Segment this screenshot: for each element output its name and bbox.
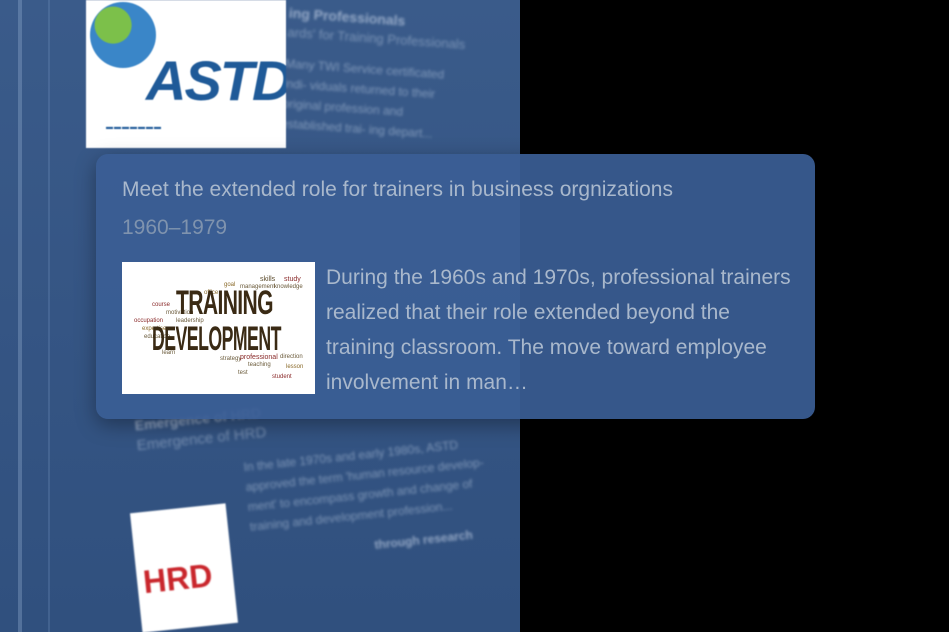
timeline-rail-secondary (48, 0, 50, 632)
previous-card-body: Many TWI Service certificated indi- vidu… (280, 56, 445, 141)
word-cloud-term: teaching (248, 362, 271, 368)
word-cloud-term: course (152, 302, 171, 308)
hrd-logo-text: HRD (141, 557, 215, 601)
word-cloud-term: knowledge (274, 284, 303, 290)
timeline-card-focused[interactable]: Meet the extended role for trainers in b… (96, 154, 815, 419)
astd-logo-text: ASTD (146, 49, 286, 112)
following-card-title: through research (373, 527, 474, 552)
word-cloud-term: study (284, 276, 301, 283)
word-cloud-headline-development: DEVELOPMENT (152, 320, 281, 358)
timeline-rail (18, 0, 22, 632)
word-cloud-headline-training: TRAINING (176, 284, 274, 322)
astd-logo-tagline: ▬▬▬▬▬▬▬ (106, 124, 162, 131)
word-cloud-term: lesson (286, 364, 304, 370)
astd-logo-image: ASTD ▬▬▬▬▬▬▬ (86, 0, 286, 148)
word-cloud-term: skills (260, 276, 276, 283)
word-cloud-term: student (272, 374, 292, 380)
training-development-word-cloud: skills study management knowledge office… (122, 262, 315, 394)
card-title: Meet the extended role for trainers in b… (122, 178, 673, 201)
word-cloud-term: test (238, 370, 248, 376)
hrd-logo-image: HRD (129, 503, 239, 632)
next-card-body: In the late 1970s and early 1980s, ASTD … (242, 437, 485, 534)
card-description: During the 1960s and 1970s, professional… (326, 266, 791, 394)
card-date: 1960–1979 (122, 216, 228, 239)
word-cloud-term: direction (280, 354, 303, 360)
